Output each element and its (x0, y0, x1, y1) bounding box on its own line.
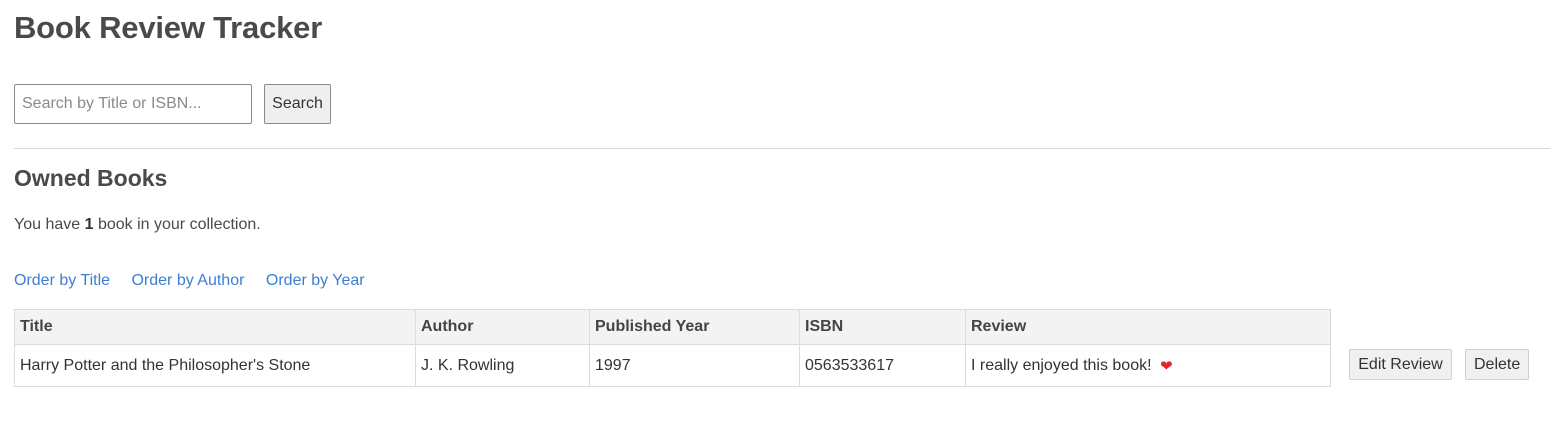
order-links: Order by Title Order by Author Order by … (14, 272, 382, 290)
edit-review-button[interactable]: Edit Review (1349, 349, 1452, 380)
cell-author: J. K. Rowling (415, 344, 590, 387)
table-header-row: Title Author Published Year ISBN Review (14, 309, 1331, 345)
order-by-title-link[interactable]: Order by Title (14, 272, 110, 289)
order-by-year-link[interactable]: Order by Year (266, 272, 365, 289)
table-row: Harry Potter and the Philosopher's Stone… (14, 344, 1331, 387)
column-header-published-year: Published Year (589, 309, 800, 345)
review-text: I really enjoyed this book! (971, 356, 1152, 374)
page-title: Book Review Tracker (14, 10, 323, 45)
column-header-review: Review (965, 309, 1331, 345)
column-header-title: Title (14, 309, 416, 345)
book-count: 1 (84, 216, 94, 233)
cell-review: I really enjoyed this book! ❤ (965, 344, 1331, 387)
order-by-author-link[interactable]: Order by Author (131, 272, 244, 289)
column-header-author: Author (415, 309, 590, 345)
count-prefix: You have (14, 216, 81, 233)
cell-isbn: 0563533617 (799, 344, 966, 387)
books-table: Title Author Published Year ISBN Review … (14, 309, 1331, 387)
column-header-isbn: ISBN (799, 309, 966, 345)
search-button[interactable]: Search (264, 84, 331, 124)
cell-published-year: 1997 (589, 344, 800, 387)
page: Book Review Tracker Search Owned Books Y… (0, 0, 1554, 430)
collection-count-text: You have 1 book in your collection. (14, 216, 261, 234)
cell-title: Harry Potter and the Philosopher's Stone (14, 344, 416, 387)
count-suffix: book in your collection. (97, 216, 261, 233)
delete-button[interactable]: Delete (1465, 349, 1529, 380)
search-input[interactable] (14, 84, 252, 124)
divider (14, 148, 1550, 149)
search-bar: Search (14, 84, 331, 124)
heart-icon: ❤ (1160, 357, 1173, 375)
section-title: Owned Books (14, 165, 168, 191)
